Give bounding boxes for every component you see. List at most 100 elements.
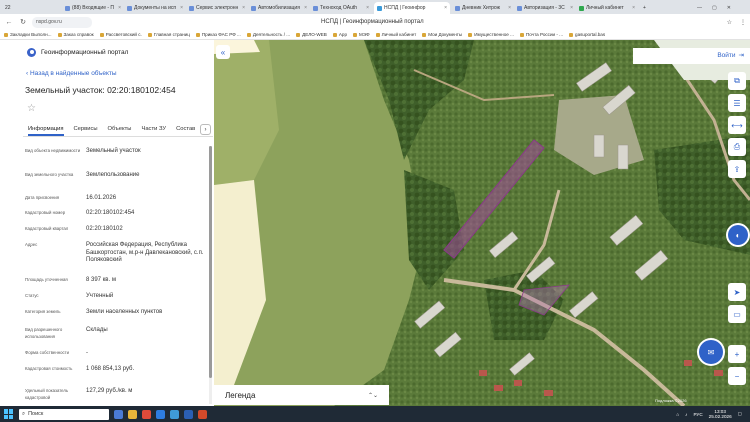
file-explorer-icon[interactable] — [128, 409, 137, 419]
bookmark-icon — [353, 32, 358, 37]
legend-panel[interactable]: Легенда ⌃⌄ — [214, 385, 389, 405]
panel-tab[interactable]: Сервисы — [74, 123, 98, 136]
reload-icon[interactable]: ↻ — [18, 17, 28, 27]
bookmark-item[interactable]: Рассветовский с. — [99, 32, 142, 37]
print-icon[interactable]: ⎙ — [728, 138, 746, 156]
bookmark-item[interactable]: Личный кабинет — [375, 32, 416, 37]
close-icon[interactable]: × — [180, 5, 183, 11]
outlook-icon[interactable] — [156, 409, 165, 419]
favorite-star-icon[interactable]: ☆ — [27, 103, 36, 114]
clock[interactable]: 13:03 25.02.2026 — [709, 409, 732, 420]
detail-value: Российская Федерация, Республика Башкорт… — [86, 242, 204, 264]
detail-label: Адрес — [25, 242, 38, 247]
browser-tab[interactable]: Документы на исп × — [124, 2, 186, 14]
satellite-map[interactable] — [214, 40, 750, 406]
bookmark-item[interactable]: ДЕЛО-WEB — [296, 32, 327, 37]
close-icon[interactable]: × — [570, 5, 573, 11]
tab-label: НСПД | Геоинфор — [384, 5, 426, 11]
bookmark-item[interactable]: Главная страниц — [147, 32, 190, 37]
locate-icon[interactable]: ➤ — [728, 283, 746, 301]
browser-tab[interactable]: Техноход OAuth × — [310, 2, 372, 14]
bookmark-item[interactable]: Приказ ФАС РФ ... — [195, 32, 241, 37]
mail-icon — [65, 5, 70, 11]
ruler-icon[interactable]: ⟷ — [728, 116, 746, 134]
minimize-icon[interactable]: — — [697, 5, 702, 11]
login-button[interactable]: Войти ⇥ — [717, 51, 744, 60]
browser-tab[interactable]: Сервис электронн × — [186, 2, 248, 14]
close-icon[interactable]: × — [508, 5, 511, 11]
taskbar-search-input[interactable]: ⌕ Поиск — [19, 408, 109, 420]
bookmark-icon — [375, 32, 380, 37]
bookmark-item[interactable]: Мои Документы — [422, 32, 462, 37]
map-imagery — [214, 40, 750, 406]
bookmark-item[interactable]: gasuportal.bas — [569, 32, 605, 37]
panel-tab[interactable]: Объекты — [108, 123, 132, 136]
panel-tab[interactable]: Состав — [176, 123, 195, 136]
app-icon[interactable] — [198, 409, 207, 419]
diary-icon — [455, 5, 460, 11]
close-icon[interactable]: × — [304, 5, 307, 11]
bookmark-item[interactable]: МЭФ — [353, 32, 370, 37]
chrome-icon[interactable] — [170, 409, 179, 419]
tab-count-badge[interactable]: 22 — [2, 2, 20, 14]
extensions-icon[interactable]: ⋮ — [740, 19, 746, 26]
language-indicator[interactable]: РУС — [693, 412, 702, 417]
scrollbar-thumb[interactable] — [209, 146, 212, 378]
bookmark-item[interactable]: Закладки Выполн... — [4, 32, 52, 37]
login-icon — [517, 5, 522, 11]
browser-tab[interactable]: Дневник Хитрож × — [452, 2, 514, 14]
word-icon[interactable] — [184, 409, 193, 419]
panel-tab[interactable]: Информация — [28, 123, 64, 136]
volume-icon[interactable]: ♪ — [685, 412, 687, 417]
close-window-icon[interactable]: ✕ — [727, 5, 731, 11]
close-icon[interactable]: × — [632, 5, 635, 11]
close-icon[interactable]: × — [118, 5, 121, 11]
cabinet-icon — [579, 5, 584, 11]
portal-title: Геоинформационный портал — [41, 48, 129, 56]
chat-icon[interactable]: ✉ — [699, 340, 723, 364]
bookmark-item[interactable]: Заказ справок — [57, 32, 94, 37]
bookmark-item[interactable]: Почта России - ... — [519, 32, 563, 37]
yandex-browser-icon[interactable] — [142, 409, 151, 419]
new-tab-button[interactable]: + — [640, 2, 650, 14]
bookmark-label: Главная страниц — [153, 32, 190, 37]
zoom-out-icon[interactable]: − — [728, 367, 746, 385]
browser-tab[interactable]: (88) Входящие - П × — [62, 2, 124, 14]
network-icon[interactable]: ⌂ — [676, 412, 679, 417]
start-button[interactable] — [4, 409, 14, 419]
notifications-icon[interactable]: ▢ — [738, 411, 742, 417]
assistant-icon[interactable]: ◐ — [728, 225, 748, 245]
collapse-panel-button[interactable]: « — [216, 45, 230, 59]
browser-tab[interactable]: Авторизация - 3С × — [514, 2, 576, 14]
url-text: nspd.gov.ru — [36, 19, 62, 25]
detail-label: Кадастровый номер — [25, 210, 66, 215]
back-to-results-link[interactable]: ‹ Назад в найденные объекты — [26, 70, 117, 77]
screen-icon[interactable]: ▭ — [728, 305, 746, 323]
bookmark-label: gasuportal.bas — [575, 32, 606, 37]
layers-icon[interactable]: ⧉ — [728, 72, 746, 90]
share-icon[interactable]: ⇪ — [728, 160, 746, 178]
url-field[interactable]: nspd.gov.ru — [32, 16, 92, 28]
browser-tab[interactable]: Автомобилизация × — [248, 2, 310, 14]
close-icon[interactable]: × — [366, 5, 369, 11]
bookmark-item[interactable]: App — [332, 32, 347, 37]
detail-label: Площадь уточненная — [25, 277, 68, 282]
browser-tab[interactable]: Личный кабинет × — [576, 2, 638, 14]
tabs-next-button[interactable]: › — [200, 124, 211, 135]
maximize-icon[interactable]: ▢ — [712, 5, 717, 11]
close-icon[interactable]: × — [242, 5, 245, 11]
bookmark-item[interactable]: Имущественное ... — [468, 32, 514, 37]
back-icon[interactable]: ← — [4, 17, 14, 27]
task-view-icon[interactable] — [114, 409, 123, 419]
close-icon[interactable]: × — [444, 5, 447, 11]
bookmark-star-icon[interactable]: ☆ — [727, 19, 732, 26]
tab-label: Сервис электронн — [196, 5, 239, 11]
bookmark-icon — [332, 32, 337, 37]
bookmark-icon — [422, 32, 427, 37]
panel-tab[interactable]: Части ЗУ — [141, 123, 166, 136]
bookmark-icon — [4, 32, 8, 37]
browser-tab-active[interactable]: НСПД | Геоинфор × — [374, 2, 450, 14]
zoom-in-icon[interactable]: + — [728, 345, 746, 363]
bookmark-item[interactable]: Деятельность / ... — [246, 32, 290, 37]
list-icon[interactable]: ☰ — [728, 94, 746, 112]
